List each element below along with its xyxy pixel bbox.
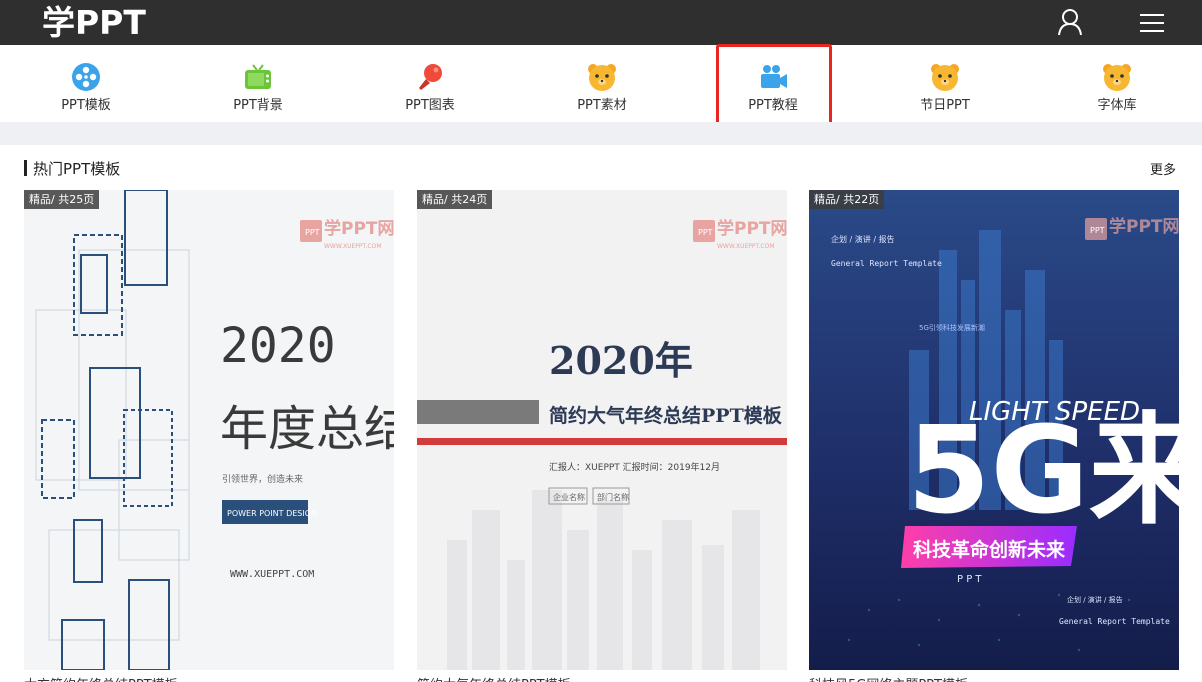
slide-year: 2020 [220, 318, 336, 374]
category-ppt-charts[interactable]: PPT图表 [370, 45, 490, 122]
svg-text:LIGHT SPEED: LIGHT SPEED [969, 397, 1140, 427]
svg-text:5G引领科技发展新潮: 5G引领科技发展新潮 [919, 323, 985, 332]
section-title: 热门PPT模板 [33, 160, 121, 178]
svg-text:汇报人：XUEPPT 汇报时间：2019年12月: 汇报人：XUEPPT 汇报时间：2019年12月 [549, 461, 720, 473]
category-label: 节日PPT [920, 98, 970, 113]
svg-text:科技革命创新未来: 科技革命创新未来 [913, 538, 1065, 561]
category-ppt-tutorials[interactable]: PPT教程 [713, 45, 833, 122]
svg-text:学PPT网: 学PPT网 [717, 218, 787, 239]
category-label: PPT背景 [233, 98, 283, 113]
svg-text:引领世界，创造未来: 引领世界，创造未来 [222, 473, 303, 485]
slide-year: 2020年 [549, 338, 693, 383]
bear-icon [931, 64, 959, 91]
svg-text:部门名称: 部门名称 [597, 492, 629, 502]
svg-text:PPT: PPT [698, 228, 713, 237]
category-label: PPT模板 [61, 98, 111, 113]
film-reel-icon [72, 63, 100, 91]
svg-text:PPT: PPT [305, 228, 320, 237]
top-bar: 学PPT [0, 0, 1202, 45]
category-label: PPT图表 [405, 98, 455, 113]
bear-icon [1103, 64, 1131, 91]
slide-title: 年度总结 [220, 401, 394, 457]
page-count-badge: 精品/ 共24页 [417, 190, 493, 209]
card-caption[interactable]: 大方简约年终总结PPT模板 [24, 674, 394, 682]
tv-icon [245, 64, 271, 89]
template-thumbnail: PPT 学PPT网 企划 / 演讲 / 报告 General Report Te… [809, 190, 1179, 670]
hamburger-menu-icon[interactable] [1136, 8, 1168, 38]
card-caption[interactable]: 简约大气年终总结PPT模板 [417, 674, 787, 682]
svg-text:WWW.XUEPPT.COM: WWW.XUEPPT.COM [324, 243, 382, 250]
template-card-1[interactable]: 精品/ 共25页 PPT 学PPT网 WWW.XUEPPT.COM 2020 年… [24, 190, 394, 670]
bear-icon [588, 64, 616, 91]
svg-text:企划 / 演讲 / 报告: 企划 / 演讲 / 报告 [1067, 595, 1123, 604]
category-ppt-backgrounds[interactable]: PPT背景 [198, 45, 318, 122]
template-card-2[interactable]: 精品/ 共24页 PPT 学PPT网 WWW.XUEPPT.COM 2020年 … [417, 190, 787, 670]
category-label: 字体库 [1097, 98, 1137, 113]
svg-text:企业名称: 企业名称 [553, 492, 585, 502]
svg-text:企划 / 演讲 / 报告: 企划 / 演讲 / 报告 [831, 234, 895, 244]
video-camera-icon [761, 65, 787, 88]
svg-text:P P T: P P T [957, 574, 982, 585]
section-accent-bar [24, 160, 27, 176]
category-holiday-ppt[interactable]: 节日PPT [885, 45, 1005, 122]
card-caption[interactable]: 科技风5G网络主题PPT模板 [809, 674, 1179, 682]
svg-text:WWW.XUEPPT.COM: WWW.XUEPPT.COM [230, 569, 314, 580]
section-divider [0, 122, 1202, 145]
svg-text:General Report Template: General Report Template [831, 259, 942, 268]
svg-text:POWER POINT DESIGN: POWER POINT DESIGN [227, 509, 317, 518]
category-font-library[interactable]: 字体库 [1057, 45, 1177, 122]
svg-text:General Report Template: General Report Template [1059, 617, 1170, 626]
category-label: PPT素材 [577, 98, 627, 113]
watermark-text: 学PPT网 [324, 218, 394, 239]
template-thumbnail: PPT 学PPT网 WWW.XUEPPT.COM 2020年 简约大气年终总结P… [417, 190, 787, 670]
slide-title: 简约大气年终总结PPT模板 [549, 404, 783, 427]
watermark: PPT 学PPT网 [1085, 216, 1179, 240]
svg-text:PPT: PPT [1090, 226, 1105, 235]
page-count-badge: 精品/ 共25页 [24, 190, 100, 209]
category-ppt-materials[interactable]: PPT素材 [542, 45, 662, 122]
svg-text:学PPT网: 学PPT网 [1109, 216, 1179, 237]
site-logo[interactable]: 学PPT [42, 2, 146, 44]
svg-text:WWW.XUEPPT.COM: WWW.XUEPPT.COM [717, 243, 775, 250]
template-card-3[interactable]: 精品/ 共22页 PPT 学PPT网 企划 / 演讲 / 报告 General … [809, 190, 1179, 670]
microphone-icon [419, 64, 442, 90]
user-icon[interactable] [1054, 6, 1086, 38]
template-thumbnail: PPT 学PPT网 WWW.XUEPPT.COM 2020 年度总结 引领世界，… [24, 190, 394, 670]
more-link[interactable]: 更多 [1150, 159, 1176, 178]
category-label: PPT教程 [748, 98, 798, 113]
category-nav: PPT模板 PPT背景 PPT图表 PPT素材 PPT教程 节日PPT 字体库 [0, 45, 1202, 122]
category-ppt-templates[interactable]: PPT模板 [26, 45, 146, 122]
page-count-badge: 精品/ 共22页 [809, 190, 885, 209]
